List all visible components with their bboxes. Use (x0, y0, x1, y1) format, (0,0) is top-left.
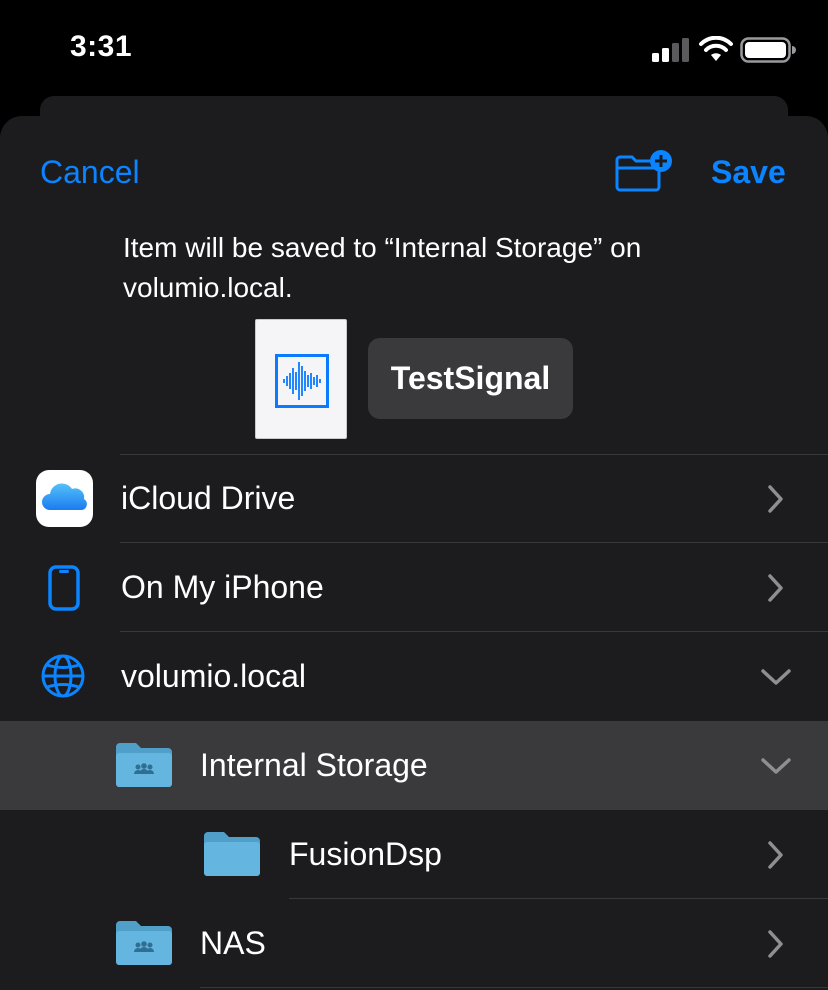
save-sheet: Cancel Save Item will be saved to “Inter… (0, 116, 828, 990)
location-on-my-iphone[interactable]: On My iPhone (0, 543, 828, 632)
chevron-right-icon (768, 485, 783, 513)
chevron-right-icon (768, 841, 783, 869)
chevron-down-icon (761, 669, 791, 685)
filename-field[interactable]: TestSignal (368, 338, 573, 419)
cellular-signal-icon (652, 38, 689, 62)
iphone-icon (48, 565, 80, 611)
shared-folder-icon (116, 743, 172, 787)
file-thumbnail (255, 319, 347, 439)
divider (200, 987, 828, 988)
location-label: FusionDsp (289, 836, 442, 872)
location-icloud-drive[interactable]: iCloud Drive (0, 454, 828, 543)
location-nas[interactable]: NAS (0, 899, 828, 988)
save-destination-text: Item will be saved to “Internal Storage”… (123, 232, 642, 303)
chevron-down-icon (761, 758, 791, 774)
folder-plus-icon[interactable] (613, 150, 675, 194)
wifi-icon (699, 36, 733, 61)
status-time: 3:31 (70, 30, 133, 63)
chevron-right-icon (768, 930, 783, 958)
folder-icon (204, 832, 260, 876)
location-label: Internal Storage (200, 747, 428, 783)
location-volumio-local[interactable]: volumio.local (0, 632, 828, 721)
location-label: On My iPhone (121, 569, 324, 605)
status-bar: 3:31 (0, 0, 828, 100)
globe-icon (41, 654, 85, 698)
cancel-button[interactable]: Cancel (40, 154, 140, 191)
save-button[interactable]: Save (711, 154, 786, 191)
location-internal-storage[interactable]: Internal Storage (0, 721, 828, 810)
shared-folder-icon (116, 921, 172, 965)
location-label: NAS (200, 925, 266, 961)
battery-icon (740, 37, 796, 63)
chevron-right-icon (768, 574, 783, 602)
location-label: iCloud Drive (121, 480, 296, 516)
location-fusiondsp[interactable]: FusionDsp (0, 810, 828, 899)
icloud-icon (36, 470, 93, 527)
location-label: volumio.local (121, 658, 306, 694)
audio-waveform-icon (275, 354, 329, 408)
